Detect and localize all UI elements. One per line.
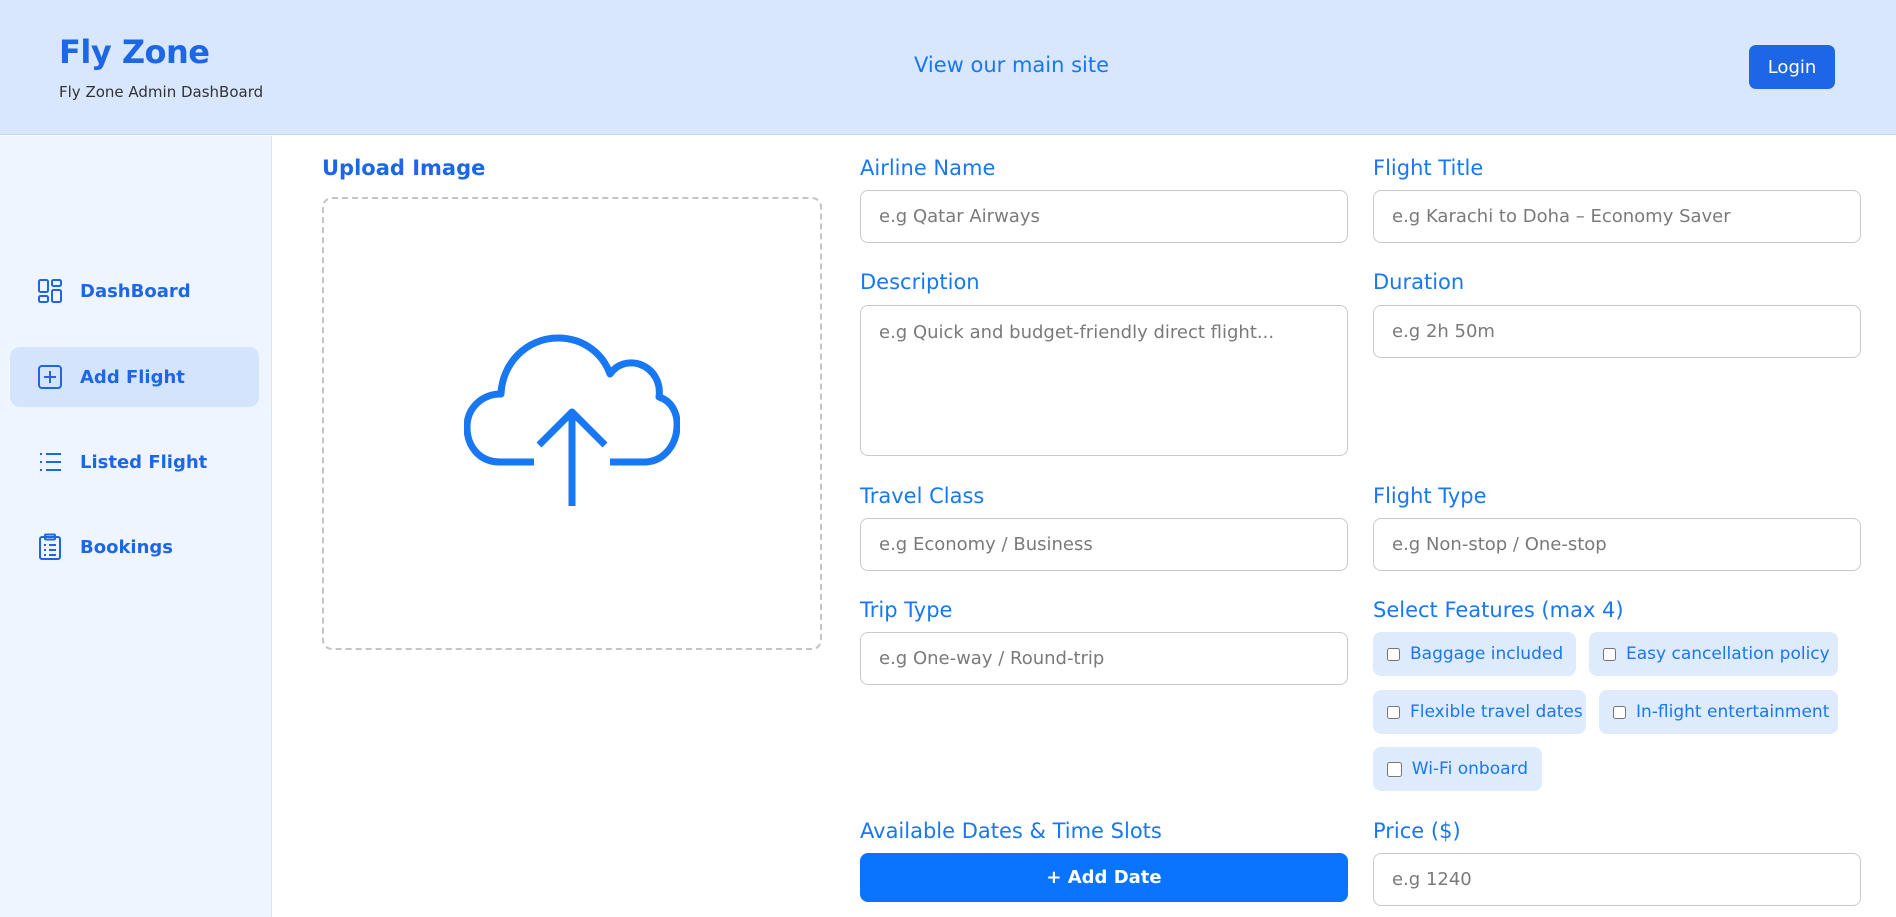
sidebar-item-label: Add Flight [80, 366, 185, 388]
feature-label: In-flight entertainment [1636, 702, 1830, 722]
price-input[interactable] [1373, 853, 1861, 906]
airline-name-input[interactable] [860, 190, 1348, 243]
sidebar: DashBoard Add Flight Listed Flight Booki… [0, 136, 272, 917]
description-label: Description [860, 270, 980, 294]
cloud-upload-icon [463, 334, 681, 514]
travel-class-label: Travel Class [860, 484, 985, 508]
feature-chip-entertainment[interactable]: In-flight entertainment [1599, 690, 1838, 734]
login-button[interactable]: Login [1749, 45, 1835, 89]
airline-name-label: Airline Name [860, 156, 996, 180]
feature-chip-cancellation[interactable]: Easy cancellation policy [1589, 632, 1838, 676]
sidebar-item-label: DashBoard [80, 280, 191, 302]
upload-image-title: Upload Image [322, 156, 486, 180]
brand-title: Fly Zone [59, 33, 210, 71]
brand-subtitle: Fly Zone Admin DashBoard [59, 83, 264, 101]
feature-label: Flexible travel dates [1410, 702, 1583, 722]
plus-square-icon [36, 363, 64, 391]
features-label: Select Features (max 4) [1373, 598, 1624, 622]
feature-checkbox[interactable] [1387, 704, 1400, 720]
feature-checkbox[interactable] [1613, 704, 1626, 720]
feature-chip-flexible-dates[interactable]: Flexible travel dates [1373, 690, 1586, 734]
feature-chip-baggage[interactable]: Baggage included [1373, 632, 1576, 676]
price-label: Price ($) [1373, 819, 1461, 843]
feature-label: Easy cancellation policy [1626, 644, 1830, 664]
sidebar-item-label: Listed Flight [80, 451, 208, 473]
duration-input[interactable] [1373, 305, 1861, 358]
dashboard-grid-icon [36, 277, 64, 305]
feature-chip-wifi[interactable]: Wi-Fi onboard [1373, 747, 1542, 791]
description-textarea[interactable] [860, 305, 1348, 456]
travel-class-input[interactable] [860, 518, 1348, 571]
sidebar-item-add-flight[interactable]: Add Flight [10, 347, 259, 407]
sidebar-item-label: Bookings [80, 536, 174, 558]
flight-title-input[interactable] [1373, 190, 1861, 243]
duration-label: Duration [1373, 270, 1465, 294]
feature-label: Baggage included [1410, 644, 1564, 664]
feature-label: Wi-Fi onboard [1411, 759, 1528, 779]
trip-type-input[interactable] [860, 632, 1348, 685]
main-site-link[interactable]: View our main site [914, 53, 1109, 77]
flight-type-label: Flight Type [1373, 484, 1487, 508]
feature-checkbox[interactable] [1387, 646, 1400, 662]
add-date-button[interactable]: + Add Date [860, 853, 1348, 902]
sidebar-item-dashboard[interactable]: DashBoard [10, 261, 259, 321]
flight-title-label: Flight Title [1373, 156, 1484, 180]
feature-checkbox[interactable] [1387, 761, 1402, 777]
trip-type-label: Trip Type [860, 598, 953, 622]
sidebar-item-listed-flight[interactable]: Listed Flight [10, 432, 259, 492]
available-dates-label: Available Dates & Time Slots [860, 819, 1162, 843]
top-header: Fly Zone Fly Zone Admin DashBoard View o… [0, 0, 1896, 135]
flight-type-input[interactable] [1373, 518, 1861, 571]
feature-checkbox[interactable] [1603, 646, 1616, 662]
sidebar-item-bookings[interactable]: Bookings [10, 517, 259, 577]
clipboard-icon [36, 533, 64, 561]
image-upload-dropzone[interactable] [322, 197, 822, 650]
list-icon [36, 448, 64, 476]
